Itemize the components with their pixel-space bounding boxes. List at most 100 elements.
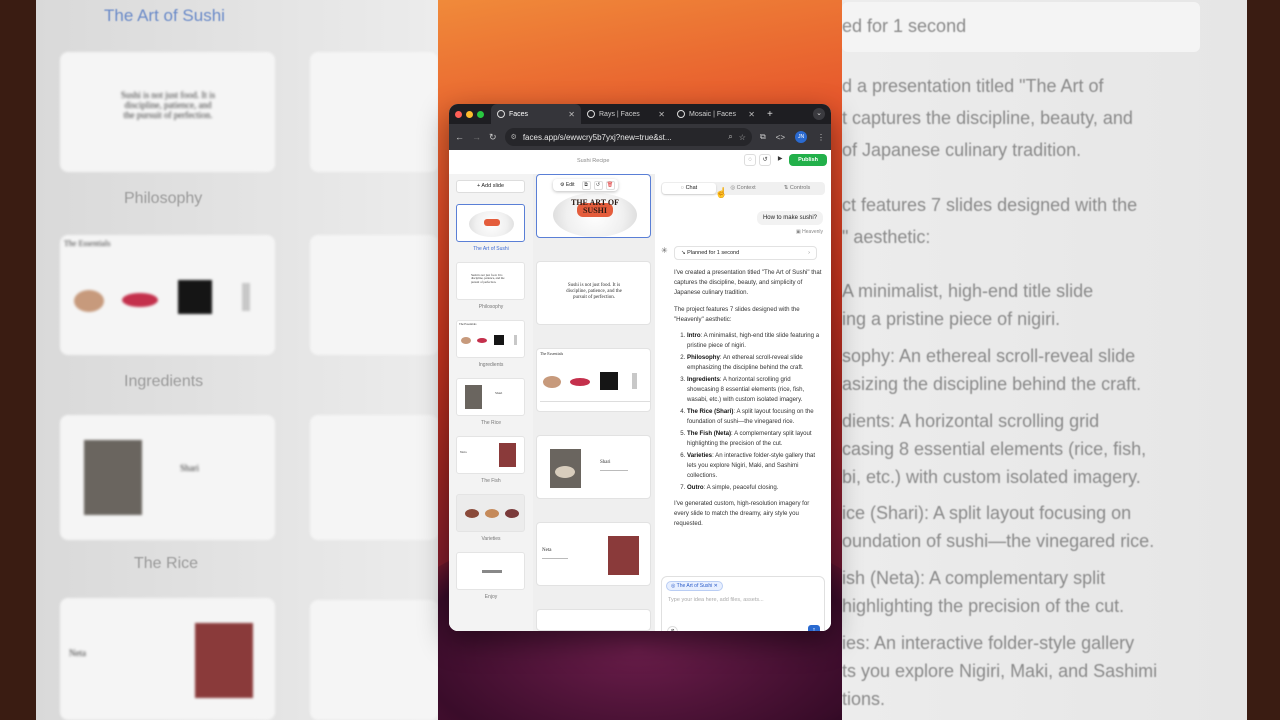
mouse-pointer-icon: ☝ xyxy=(715,188,728,199)
plan-icon: ↘ xyxy=(681,250,686,256)
user-message: How to make sushi? xyxy=(756,211,823,225)
chat-composer: ◎ The Art of Sushi ✕ Type your idea here… xyxy=(661,576,825,631)
chevron-right-icon: › xyxy=(808,250,810,256)
bg-quote: Sushi is not just food. It is discipline… xyxy=(120,90,216,120)
history-icon[interactable]: ↺ xyxy=(759,154,772,166)
browser-tab-mosaic[interactable]: Mosaic | Faces ✕ xyxy=(671,104,761,124)
close-tab-icon[interactable]: ✕ xyxy=(748,110,755,119)
slide-label: Enjoy xyxy=(484,594,498,600)
slide-thumb-2[interactable]: Sushi is not just food. It is discipline… xyxy=(456,262,525,300)
avatar[interactable]: JN xyxy=(795,131,807,143)
attach-icon[interactable]: ⌀ xyxy=(667,626,678,631)
play-icon[interactable]: ▶ xyxy=(774,154,787,166)
minimize-window-button[interactable] xyxy=(466,110,473,118)
chat-input[interactable]: Type your idea here, add files, assets..… xyxy=(668,597,764,603)
response-features: The project features 7 slides designed w… xyxy=(674,305,800,323)
title-slide-text: THE ART OF SUSHI xyxy=(570,198,620,215)
slide-thumb-5[interactable]: Neta xyxy=(456,436,525,474)
feedback-icon[interactable]: ◌ xyxy=(744,154,757,166)
spinner-icon: ✳ xyxy=(661,246,668,255)
site-info-icon[interactable]: ⚙ xyxy=(511,133,517,141)
slide-preview-title[interactable]: ⚙ Edit ⧉ ↺ 🗑 THE ART OF SUSHI xyxy=(536,174,651,238)
bg-neta: Neta xyxy=(69,648,86,658)
bg-card: Shari xyxy=(60,415,275,540)
bg-essentials: The Essentials xyxy=(64,239,111,248)
slide-preview-varieties[interactable] xyxy=(536,609,651,631)
edit-button[interactable]: ⚙ Edit xyxy=(556,181,579,189)
zoom-icon[interactable]: ⌕ xyxy=(728,132,732,142)
slide-edit-toolbar: ⚙ Edit ⧉ ↺ 🗑 xyxy=(553,179,618,191)
model-badge: ▣ Heavenly xyxy=(796,229,823,235)
context-chip[interactable]: ◎ The Art of Sushi ✕ xyxy=(666,581,723,591)
browser-tab-faces[interactable]: Faces ✕ xyxy=(491,104,581,124)
list-item: Ingredients: A horizontal scrolling grid… xyxy=(687,375,822,406)
slide-thumb-1[interactable] xyxy=(456,204,525,242)
slide-label: The Fish xyxy=(481,478,501,484)
close-tab-icon[interactable]: ✕ xyxy=(658,110,665,119)
bg-card: The Essentials xyxy=(60,235,275,355)
forward-icon[interactable]: → xyxy=(472,132,481,142)
browser-window: Faces ✕ Rays | Faces ✕ Mosaic | Faces ✕ … xyxy=(449,104,831,631)
slide-preview-ingredients[interactable]: The Essentials xyxy=(536,348,651,412)
maximize-window-button[interactable] xyxy=(477,110,484,118)
background-left: The Art of Sushi Sushi is not just food.… xyxy=(0,0,438,720)
tab-bar: Faces ✕ Rays | Faces ✕ Mosaic | Faces ✕ … xyxy=(449,104,831,124)
close-window-button[interactable] xyxy=(455,110,462,118)
close-tab-icon[interactable]: ✕ xyxy=(568,110,575,119)
response-intro: I've created a presentation titled "The … xyxy=(674,269,822,297)
tab-controls[interactable]: ⇅ Controls xyxy=(770,183,824,194)
tab-label: Faces xyxy=(509,110,529,118)
duplicate-icon[interactable]: ⧉ xyxy=(581,180,591,190)
tab-label: Rays | Faces xyxy=(599,110,640,118)
bg-label-rice: The Rice xyxy=(134,555,199,572)
undo-icon[interactable]: ↺ xyxy=(593,180,603,190)
background-right: ed for 1 second d a presentation titled … xyxy=(842,0,1280,720)
list-item: Intro: A minimalist, high-end title slid… xyxy=(687,331,822,351)
bg-card: Sushi is not just food. It is discipline… xyxy=(60,52,275,172)
faces-favicon-icon xyxy=(497,110,505,118)
bg-label-philosophy: Philosophy xyxy=(124,190,203,207)
bg-title: The Art of Sushi xyxy=(104,6,225,25)
url-field[interactable]: ⚙ faces.app/s/ewwcry5b7yxj?new=true&st..… xyxy=(504,128,752,146)
slide-label: The Rice xyxy=(480,420,501,426)
slide-feature-list: Intro: A minimalist, high-end title slid… xyxy=(674,331,822,493)
slide-label: Ingredients xyxy=(478,362,504,368)
url-text: faces.app/s/ewwcry5b7yxj?new=true&st... xyxy=(522,132,672,142)
new-tab-icon[interactable]: + xyxy=(767,109,773,120)
list-item: The Fish (Neta): A complementary split l… xyxy=(687,429,822,449)
bookmark-star-icon[interactable]: ☆ xyxy=(739,133,746,142)
slide-list: + Add slide The Art of Sushi Sushi is no… xyxy=(449,174,533,631)
address-bar-row: ← → ↻ ⚙ faces.app/s/ewwcry5b7yxj?new=tru… xyxy=(449,124,831,150)
chat-panel: ◌ Chat ◎ Context ⇅ Controls How to make … xyxy=(655,174,831,631)
publish-button[interactable]: Publish xyxy=(789,154,827,166)
slide-preview-fish[interactable]: Neta xyxy=(536,522,651,586)
back-icon[interactable]: ← xyxy=(455,132,464,142)
bg-card: Neta xyxy=(60,598,275,720)
slide-canvas: ⚙ Edit ⧉ ↺ 🗑 THE ART OF SUSHI Sushi is n… xyxy=(533,174,655,631)
reload-icon[interactable]: ↻ xyxy=(489,132,497,143)
chat-panel-tabs: ◌ Chat ◎ Context ⇅ Controls xyxy=(661,182,825,195)
bg-shari: Shari xyxy=(180,463,199,473)
slide-thumb-7[interactable] xyxy=(456,552,525,590)
delete-icon[interactable]: 🗑 xyxy=(605,180,615,190)
add-slide-button[interactable]: + Add slide xyxy=(456,180,525,193)
slide-preview-rice[interactable]: Shari xyxy=(536,435,651,499)
list-item: Outro: A simple, peaceful closing. xyxy=(687,483,822,493)
browser-menu-icon[interactable]: ⋮ xyxy=(817,133,825,142)
send-button[interactable]: ↑ xyxy=(808,625,820,631)
tab-label: Mosaic | Faces xyxy=(689,110,736,118)
extensions-icon[interactable]: ⧉ xyxy=(760,132,766,142)
code-icon[interactable]: <> xyxy=(776,133,785,142)
tab-chat[interactable]: ◌ Chat xyxy=(662,183,716,194)
faces-favicon-icon xyxy=(677,110,685,118)
slide-preview-philosophy[interactable]: Sushi is not just food. It is discipline… xyxy=(536,261,651,325)
slide-thumb-4[interactable]: Shari xyxy=(456,378,525,416)
response-outro: I've generated custom, high-resolution i… xyxy=(674,500,810,528)
list-item: Varieties: An interactive folder-style g… xyxy=(687,451,822,482)
browser-tab-rays[interactable]: Rays | Faces ✕ xyxy=(581,104,671,124)
slide-thumb-3[interactable]: The Essentials xyxy=(456,320,525,358)
planned-disclosure[interactable]: ↘ Planned for 1 second › xyxy=(674,246,817,260)
slide-thumb-6[interactable] xyxy=(456,494,525,532)
assistant-response: I've created a presentation titled "The … xyxy=(674,268,822,536)
chevron-down-icon[interactable]: ⌄ xyxy=(813,108,825,120)
